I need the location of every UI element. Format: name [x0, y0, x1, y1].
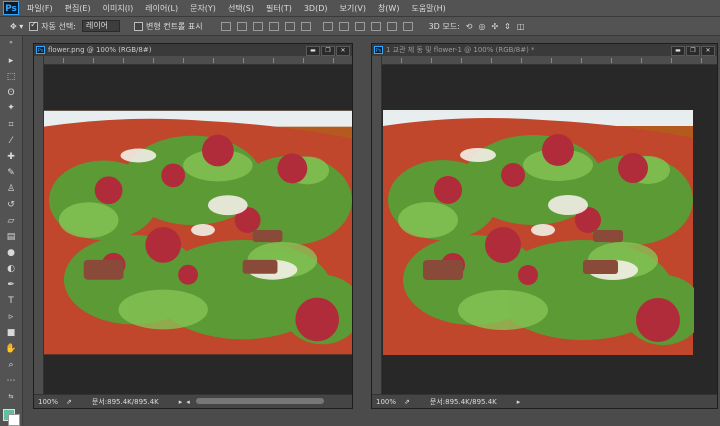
menu-help[interactable]: 도움말(H)	[411, 3, 445, 14]
document-titlebar-1[interactable]: Ps flower.png @ 100% (RGB/8#) ▬ ❐ ✕	[34, 44, 352, 56]
hand-tool-icon[interactable]: ✋	[5, 344, 17, 354]
quick-mask-icon[interactable]	[5, 398, 17, 408]
zoom-tool-icon[interactable]: ⌕	[5, 360, 17, 370]
horizontal-ruler	[43, 56, 352, 65]
distribute-right-icon[interactable]	[402, 21, 413, 31]
lasso-tool-icon[interactable]: ʘ	[5, 88, 17, 98]
document-size[interactable]: 문서:895.4K/895.4K	[430, 397, 497, 407]
distribute-top-icon[interactable]	[322, 21, 333, 31]
align-right-icon[interactable]	[300, 21, 311, 31]
photoshop-logo: Ps	[3, 1, 19, 15]
crop-tool-icon[interactable]: ⌗	[5, 120, 17, 130]
horizontal-scrollbar[interactable]	[196, 398, 324, 404]
move-tool-preset[interactable]: ✥ ▾	[10, 22, 23, 31]
options-bar: ✥ ▾ 자동 선택: 레이어 변형 컨트롤 표시 3D 모드: ⟲ ◎ ✣ ⇕ …	[0, 17, 720, 36]
3d-pan-icon[interactable]: ✣	[491, 22, 498, 31]
tools-panel: » ▸ ⬚ ʘ ✦ ⌗ ⁄ ✚ ✎ ♙ ↺ ▱ ▤ ● ◐ ✒ T ▹ ■ ✋ …	[0, 36, 23, 426]
background-color-swatch[interactable]	[8, 414, 20, 426]
auto-select-dropdown[interactable]: 레이어	[81, 20, 120, 32]
align-left-icon[interactable]	[268, 21, 279, 31]
transform-controls-checkbox[interactable]	[133, 21, 143, 31]
move-tool-icon[interactable]: ▸	[5, 56, 17, 66]
distribute-bottom-icon[interactable]	[354, 21, 365, 31]
restore-button[interactable]: ❐	[686, 46, 700, 56]
document-statusbar-1: 100% ⇗ 문서:895.4K/895.4K ▸ ◂	[34, 394, 352, 408]
path-selection-tool-icon[interactable]: ▹	[5, 312, 17, 322]
menu-select[interactable]: 선택(S)	[228, 3, 254, 14]
distribute-vcenter-icon[interactable]	[338, 21, 349, 31]
menu-window[interactable]: 창(W)	[378, 3, 400, 14]
document-statusbar-2: 100% ⇗ 문서:895.4K/895.4K ▸	[372, 394, 717, 408]
eraser-tool-icon[interactable]: ▱	[5, 216, 17, 226]
document-size[interactable]: 문서:895.4K/895.4K	[92, 397, 159, 407]
gradient-tool-icon[interactable]: ▤	[5, 232, 17, 242]
minimize-button[interactable]: ▬	[671, 46, 685, 56]
3d-slide-icon[interactable]: ⇕	[504, 22, 511, 31]
document-window-1[interactable]: Ps flower.png @ 100% (RGB/8#) ▬ ❐ ✕ 100%…	[33, 43, 353, 409]
shape-tool-icon[interactable]: ■	[5, 328, 17, 338]
vertical-ruler	[34, 56, 44, 394]
3d-mode-label: 3D 모드:	[428, 21, 460, 31]
brush-tool-icon[interactable]: ✎	[5, 168, 17, 178]
transform-controls-option[interactable]: 변형 컨트롤 표시	[133, 21, 203, 32]
3d-scale-icon[interactable]: ◫	[517, 22, 525, 31]
minimize-button[interactable]: ▬	[306, 46, 320, 56]
menu-edit[interactable]: 편집(E)	[65, 3, 91, 14]
eyedropper-tool-icon[interactable]: ⁄	[5, 136, 17, 146]
menu-bar: Ps 파일(F) 편집(E) 이미지(I) 레이어(L) 문자(Y) 선택(S)…	[0, 0, 720, 17]
transform-controls-label: 변형 컨트롤 표시	[145, 21, 203, 31]
scroll-left-icon[interactable]: ◂	[186, 398, 190, 406]
collapse-panel-icon[interactable]: »	[5, 38, 17, 48]
document-title-2: 1 교관 제 동 및 flower-1 @ 100% (RGB/8#) *	[386, 46, 535, 54]
pen-tool-icon[interactable]: ✒	[5, 280, 17, 290]
align-bottom-icon[interactable]	[252, 21, 263, 31]
restore-button[interactable]: ❐	[321, 46, 335, 56]
dodge-tool-icon[interactable]: ◐	[5, 264, 17, 274]
document-title-1: flower.png @ 100% (RGB/8#)	[48, 46, 152, 54]
menu-3d[interactable]: 3D(D)	[304, 4, 328, 13]
3d-roll-icon[interactable]: ◎	[478, 22, 485, 31]
distribute-left-icon[interactable]	[370, 21, 381, 31]
history-brush-tool-icon[interactable]: ↺	[5, 200, 17, 210]
clone-stamp-tool-icon[interactable]: ♙	[5, 184, 17, 194]
auto-select-label: 자동 선택:	[41, 21, 76, 31]
more-tools-icon[interactable]: ⋯	[5, 376, 17, 386]
pizza-image	[382, 110, 694, 355]
type-tool-icon[interactable]: T	[5, 296, 17, 306]
share-icon[interactable]: ⇗	[404, 398, 410, 406]
zoom-level[interactable]: 100%	[376, 398, 396, 406]
align-vcenter-icon[interactable]	[236, 21, 247, 31]
align-top-icon[interactable]	[220, 21, 231, 31]
zoom-level[interactable]: 100%	[38, 398, 58, 406]
document-icon: Ps	[374, 46, 383, 54]
status-menu-arrow-icon[interactable]: ▸	[179, 398, 183, 406]
close-button[interactable]: ✕	[336, 46, 350, 56]
document-icon: Ps	[36, 46, 45, 54]
document-canvas-2[interactable]	[382, 65, 717, 394]
3d-rotate-icon[interactable]: ⟲	[466, 22, 473, 31]
status-menu-arrow-icon[interactable]: ▸	[517, 398, 521, 406]
pizza-image	[44, 110, 352, 355]
distribute-hcenter-icon[interactable]	[386, 21, 397, 31]
menu-filter[interactable]: 필터(T)	[266, 3, 292, 14]
magic-wand-tool-icon[interactable]: ✦	[5, 103, 17, 113]
close-button[interactable]: ✕	[701, 46, 715, 56]
share-icon[interactable]: ⇗	[66, 398, 72, 406]
menu-view[interactable]: 보기(V)	[340, 3, 366, 14]
auto-select-checkbox[interactable]	[29, 20, 39, 31]
marquee-tool-icon[interactable]: ⬚	[5, 72, 17, 82]
document-titlebar-2[interactable]: Ps 1 교관 제 동 및 flower-1 @ 100% (RGB/8#) *…	[372, 44, 717, 56]
auto-select-option[interactable]: 자동 선택:	[29, 20, 76, 32]
document-window-2[interactable]: Ps 1 교관 제 동 및 flower-1 @ 100% (RGB/8#) *…	[371, 43, 718, 409]
document-canvas-1[interactable]	[44, 65, 352, 394]
menu-file[interactable]: 파일(F)	[27, 3, 53, 14]
menu-type[interactable]: 문자(Y)	[190, 3, 216, 14]
menu-image[interactable]: 이미지(I)	[103, 3, 134, 14]
menu-layer[interactable]: 레이어(L)	[145, 3, 178, 14]
horizontal-ruler	[381, 56, 717, 65]
blur-tool-icon[interactable]: ●	[5, 248, 17, 258]
align-hcenter-icon[interactable]	[284, 21, 295, 31]
healing-brush-tool-icon[interactable]: ✚	[5, 152, 17, 162]
vertical-ruler	[372, 56, 382, 394]
